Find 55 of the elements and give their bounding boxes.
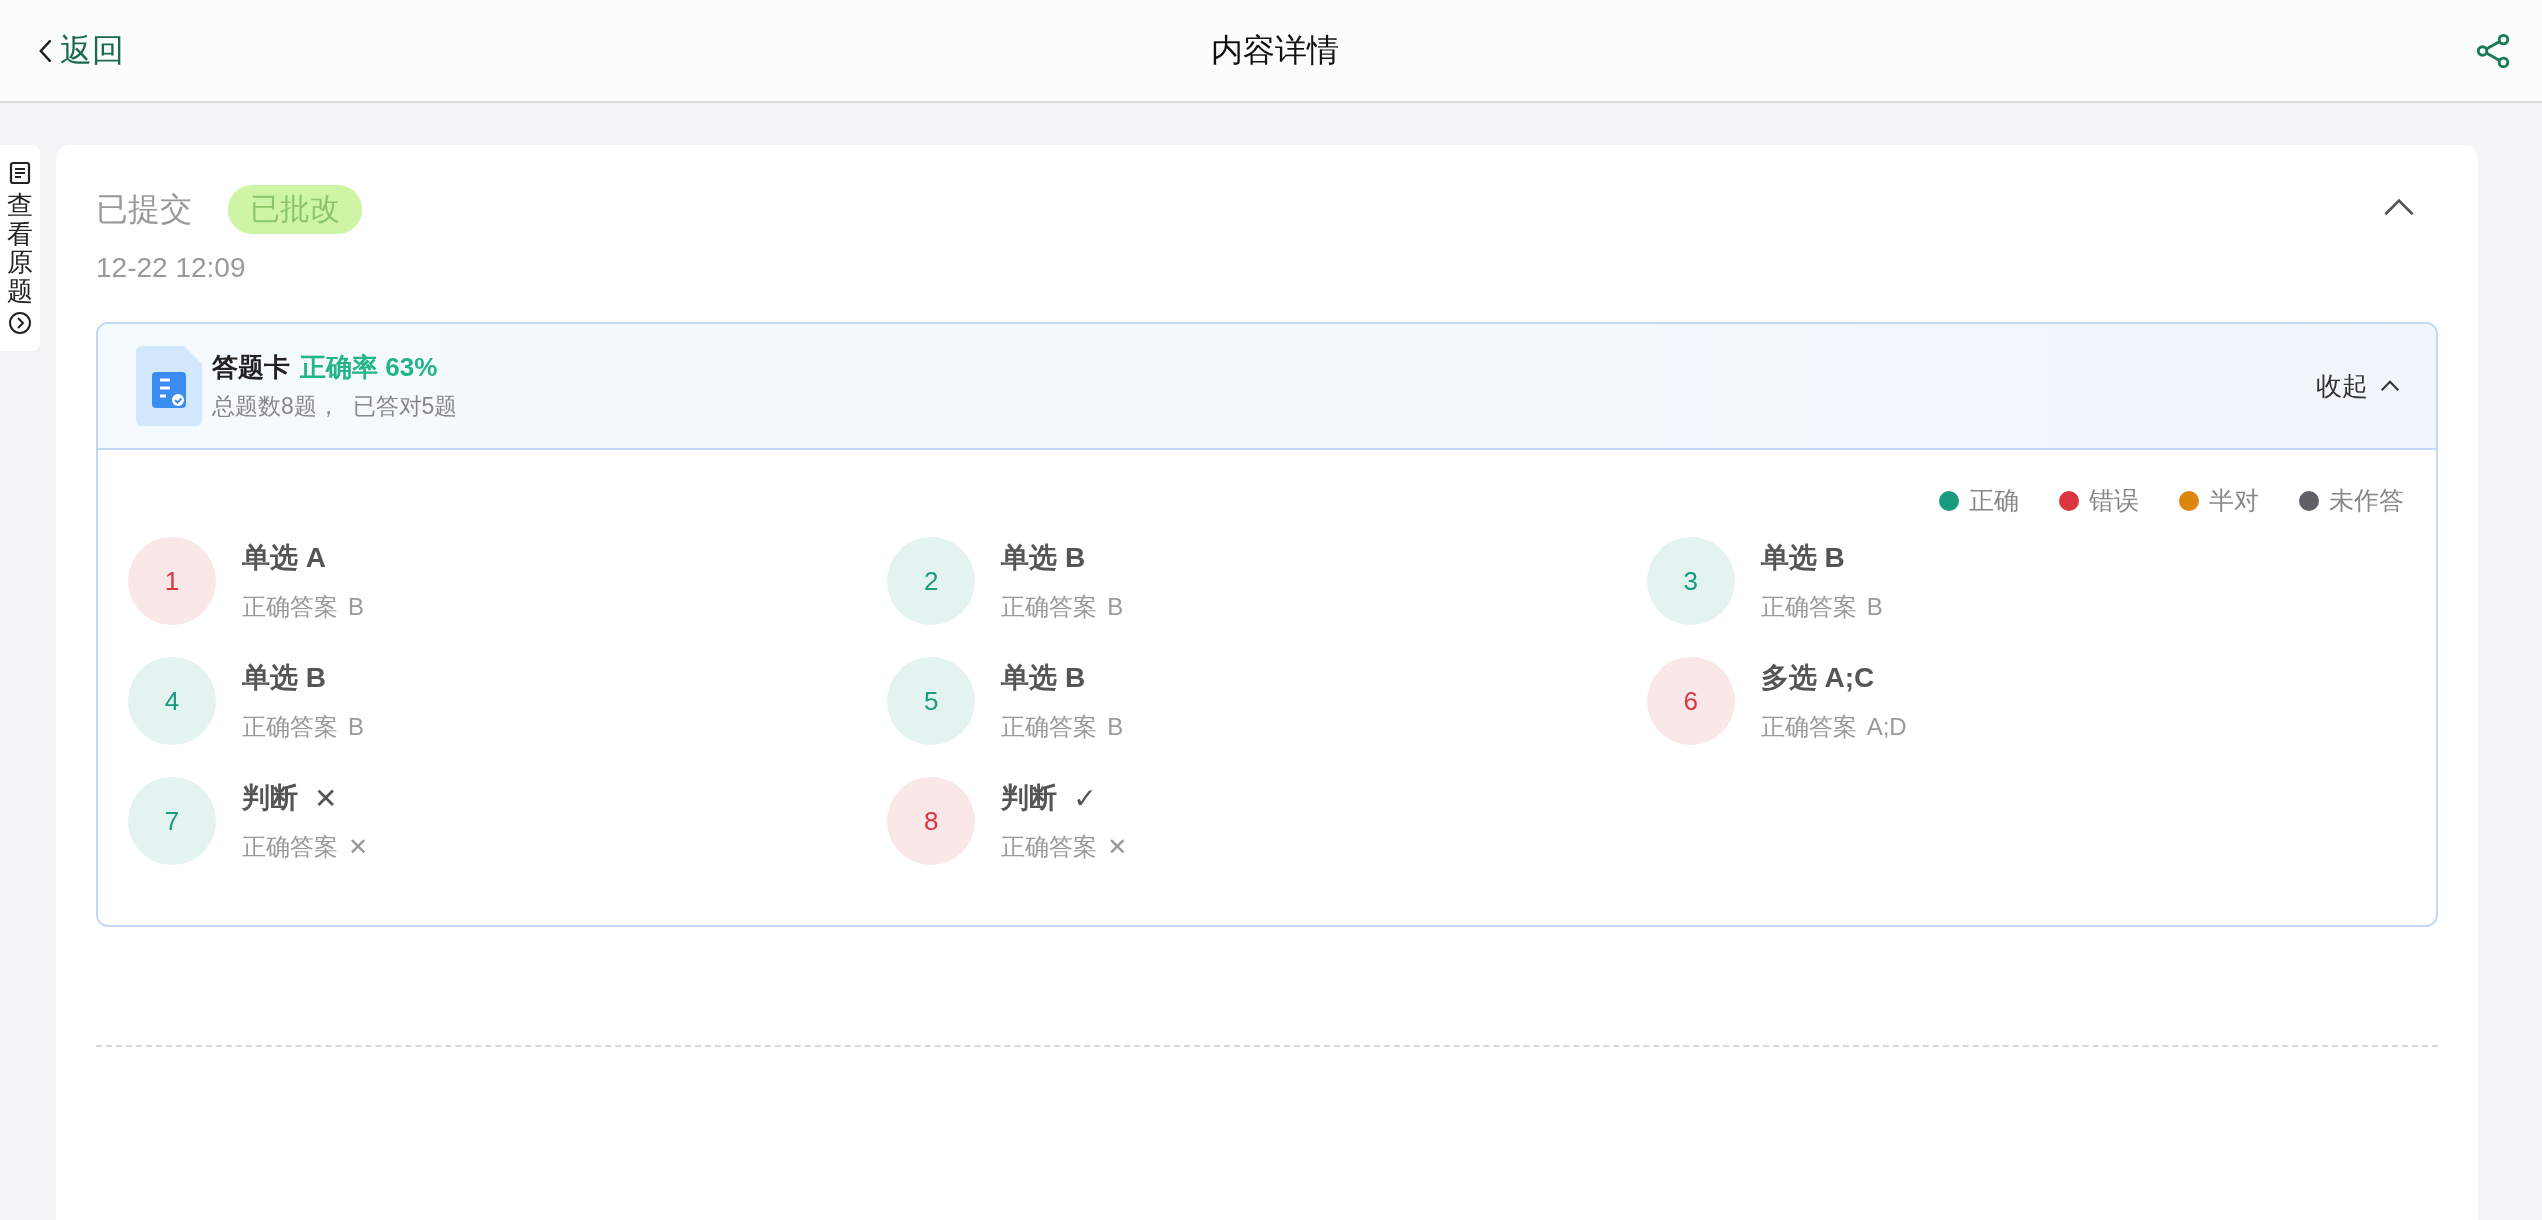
- answer-summary: 总题数8题， 已答对5题: [212, 392, 459, 421]
- question-number[interactable]: 8: [887, 777, 976, 865]
- correct-answer-label: 正确答案: [1001, 712, 1098, 742]
- question-number[interactable]: 6: [1646, 657, 1735, 745]
- correct-answer-label: 正确答案: [242, 712, 338, 742]
- student-answer: 单选 B: [242, 661, 326, 695]
- collapse-icon[interactable]: [2382, 197, 2416, 217]
- correct-answer-label: 正确答案: [1001, 592, 1098, 622]
- question-number[interactable]: 1: [128, 537, 216, 625]
- correct-answer-label: 正确答案: [242, 832, 338, 862]
- question-number[interactable]: 7: [128, 777, 216, 865]
- student-answer: 判断: [242, 781, 298, 815]
- submission-time: 12-22 12:09: [96, 252, 247, 284]
- chevron-up-icon: [2380, 380, 2400, 392]
- legend-label: 半对: [2209, 485, 2259, 516]
- answer-mark: ✕: [314, 781, 338, 815]
- student-answer: 单选 B: [1001, 541, 1086, 575]
- correct-answer-label: 正确答案: [1760, 592, 1857, 622]
- back-link[interactable]: 返回: [38, 28, 124, 73]
- legend-label: 正确: [1969, 485, 2019, 516]
- answer-mark: ✓: [1073, 781, 1097, 815]
- share-icon[interactable]: [2474, 31, 2512, 70]
- back-icon: [38, 37, 52, 64]
- student-answer: 判断: [1001, 781, 1058, 815]
- question-number[interactable]: 3: [1646, 537, 1735, 625]
- view-original-tab[interactable]: 查看原题: [0, 145, 40, 352]
- correct-answer: B: [348, 713, 364, 741]
- legend-label: 未作答: [2329, 485, 2404, 516]
- student-answer: 单选 A: [242, 541, 326, 575]
- correct-answer-label: 正确答案: [1001, 832, 1098, 862]
- collapse-button[interactable]: 收起: [2316, 368, 2400, 404]
- student-answer: 多选 A;C: [1760, 661, 1875, 695]
- student-answer: 单选 B: [1760, 541, 1845, 575]
- submission-status: 已提交: [96, 189, 192, 229]
- answer-card-icon: [136, 346, 202, 426]
- page-title: 内容详情: [1211, 30, 1339, 70]
- correct-answer-label: 正确答案: [242, 592, 338, 622]
- correct-answer: ✕: [1107, 833, 1128, 861]
- accuracy-rate: 正确率 63%: [300, 351, 438, 384]
- graded-badge: 已批改: [228, 185, 362, 234]
- correct-answer: ✕: [348, 833, 369, 861]
- question-number[interactable]: 2: [887, 537, 976, 625]
- answer-card-title: 答题卡: [212, 351, 290, 384]
- arrow-right-icon: [8, 311, 32, 336]
- correct-answer: B: [1866, 593, 1883, 621]
- legend-label: 错误: [2089, 485, 2139, 516]
- document-icon: [9, 161, 31, 185]
- correct-answer: A;D: [1866, 713, 1907, 741]
- student-answer: 单选 B: [1001, 661, 1086, 695]
- question-number[interactable]: 4: [128, 657, 216, 745]
- correct-answer-label: 正确答案: [1760, 712, 1857, 742]
- correct-answer: B: [348, 593, 364, 621]
- correct-answer: B: [1107, 593, 1124, 621]
- correct-answer: B: [1107, 713, 1124, 741]
- question-number[interactable]: 5: [887, 657, 976, 745]
